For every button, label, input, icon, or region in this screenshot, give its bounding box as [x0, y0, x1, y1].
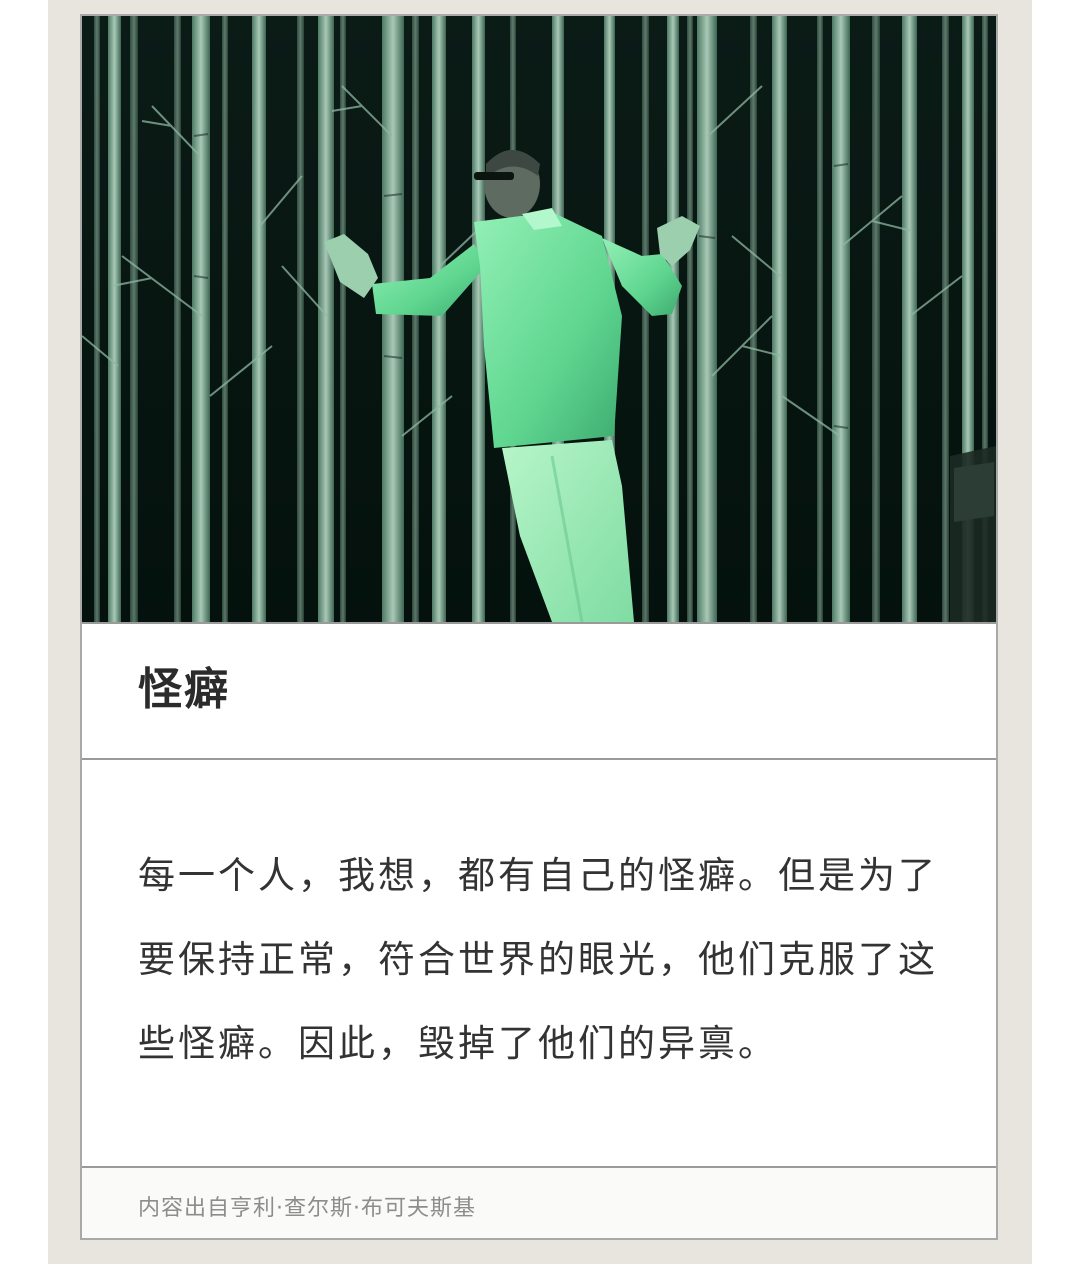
card-title: 怪癖	[138, 664, 230, 715]
source-attribution: 内容出自亨利·查尔斯·布可夫斯基	[138, 1196, 476, 1221]
quote-card: 怪癖 每一个人，我想，都有自己的怪癖。但是为了要保持正常，符合世界的眼光，他们克…	[80, 14, 998, 1240]
quote-text: 每一个人，我想，都有自己的怪癖。但是为了要保持正常，符合世界的眼光，他们克服了这…	[138, 854, 938, 1065]
title-row: 怪癖	[82, 622, 996, 760]
source-row: 内容出自亨利·查尔斯·布可夫斯基	[82, 1166, 996, 1238]
card-photo	[82, 16, 996, 622]
forest-scene-image	[82, 16, 996, 622]
